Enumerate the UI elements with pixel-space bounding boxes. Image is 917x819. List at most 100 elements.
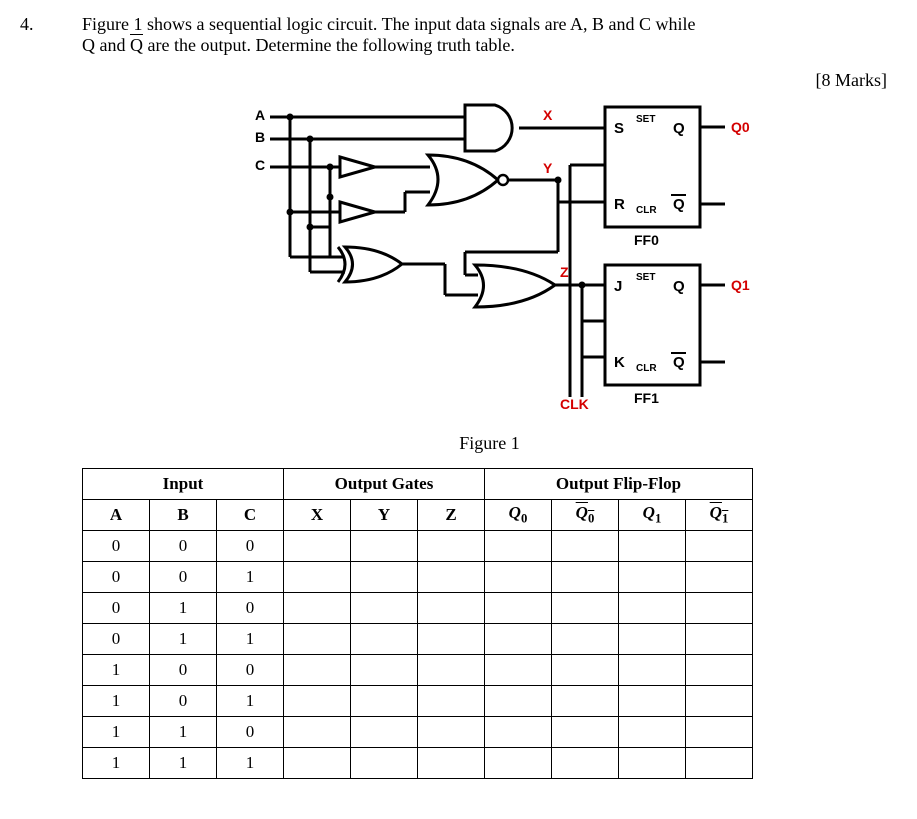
ff1-q: Q — [673, 278, 685, 295]
th-y: Y — [351, 500, 418, 531]
cell-empty — [686, 593, 753, 624]
th-gates: Output Gates — [284, 469, 485, 500]
cell-empty — [284, 562, 351, 593]
cell-a: 0 — [83, 562, 150, 593]
th-z: Z — [418, 500, 485, 531]
cell-empty — [351, 748, 418, 779]
cell-empty — [284, 748, 351, 779]
cell-empty — [418, 655, 485, 686]
table-row: 111 — [83, 748, 753, 779]
ff1-clr: CLR — [636, 363, 657, 374]
cell-c: 1 — [217, 748, 284, 779]
cell-empty — [619, 624, 686, 655]
cell-empty — [552, 593, 619, 624]
cell-empty — [552, 686, 619, 717]
cell-empty — [284, 686, 351, 717]
cell-empty — [418, 531, 485, 562]
cell-empty — [619, 748, 686, 779]
ff1-qbar: Q — [673, 354, 685, 371]
cell-b: 1 — [150, 717, 217, 748]
and-gate-icon — [465, 105, 512, 151]
th-input: Input — [83, 469, 284, 500]
label-x: X — [543, 107, 553, 123]
cell-empty — [619, 593, 686, 624]
ff0-clr: CLR — [636, 205, 657, 216]
cell-b: 0 — [150, 531, 217, 562]
cell-empty — [351, 531, 418, 562]
cell-empty — [686, 748, 753, 779]
cell-empty — [552, 717, 619, 748]
question-line-2: Q and Q are the output. Determine the fo… — [82, 35, 897, 56]
table-row: 010 — [83, 593, 753, 624]
table-row: 110 — [83, 717, 753, 748]
cell-empty — [485, 686, 552, 717]
cell-a: 0 — [83, 624, 150, 655]
th-c: C — [217, 500, 284, 531]
cell-empty — [284, 593, 351, 624]
cell-a: 1 — [83, 748, 150, 779]
cell-b: 1 — [150, 624, 217, 655]
cell-empty — [485, 717, 552, 748]
cell-a: 0 — [83, 531, 150, 562]
th-q1: Q1 — [619, 500, 686, 531]
cell-empty — [418, 748, 485, 779]
cell-empty — [485, 531, 552, 562]
th-x: X — [284, 500, 351, 531]
cell-c: 1 — [217, 562, 284, 593]
cell-c: 0 — [217, 717, 284, 748]
xor-gate-icon — [345, 247, 402, 282]
cell-empty — [552, 655, 619, 686]
cell-empty — [485, 593, 552, 624]
th-q0: Q0 — [485, 500, 552, 531]
cell-b: 0 — [150, 686, 217, 717]
cell-c: 0 — [217, 655, 284, 686]
cell-empty — [418, 562, 485, 593]
cell-empty — [284, 717, 351, 748]
figure-caption: Figure 1 — [82, 433, 897, 454]
label-a: A — [255, 107, 265, 123]
cell-empty — [351, 593, 418, 624]
cell-empty — [485, 624, 552, 655]
table-row: 001 — [83, 562, 753, 593]
ff0-q: Q — [673, 120, 685, 137]
ff1-k: K — [614, 354, 625, 371]
ff1-name: FF1 — [634, 390, 659, 406]
cell-empty — [552, 748, 619, 779]
question-number: 4. — [20, 14, 82, 35]
ff0-set: SET — [636, 114, 655, 125]
cell-empty — [284, 531, 351, 562]
cell-b: 1 — [150, 593, 217, 624]
cell-empty — [351, 655, 418, 686]
th-ff: Output Flip-Flop — [485, 469, 753, 500]
cell-empty — [552, 624, 619, 655]
cell-empty — [619, 655, 686, 686]
th-b: B — [150, 500, 217, 531]
cell-empty — [619, 531, 686, 562]
table-row: 000 — [83, 531, 753, 562]
cell-empty — [552, 562, 619, 593]
ff0-qbar: Q — [673, 196, 685, 213]
ff0-r: R — [614, 196, 625, 213]
label-c: C — [255, 157, 265, 173]
th-q1bar: Q1 — [686, 500, 753, 531]
cell-empty — [284, 624, 351, 655]
th-q0bar: Q0 — [552, 500, 619, 531]
ff1-set: SET — [636, 272, 655, 283]
label-z: Z — [560, 264, 569, 280]
or-gate-z-icon — [475, 265, 555, 307]
cell-empty — [418, 624, 485, 655]
cell-b: 0 — [150, 562, 217, 593]
table-row: 101 — [83, 686, 753, 717]
cell-c: 1 — [217, 624, 284, 655]
cell-empty — [485, 655, 552, 686]
ff1-j: J — [614, 278, 622, 295]
label-clk: CLK — [560, 396, 589, 412]
ff0-name: FF0 — [634, 232, 659, 248]
truth-table: Input Output Gates Output Flip-Flop A B … — [82, 468, 753, 779]
cell-empty — [351, 562, 418, 593]
figure-circuit: A B C X — [82, 97, 897, 427]
cell-empty — [485, 748, 552, 779]
cell-empty — [418, 686, 485, 717]
cell-empty — [686, 655, 753, 686]
cell-b: 1 — [150, 748, 217, 779]
